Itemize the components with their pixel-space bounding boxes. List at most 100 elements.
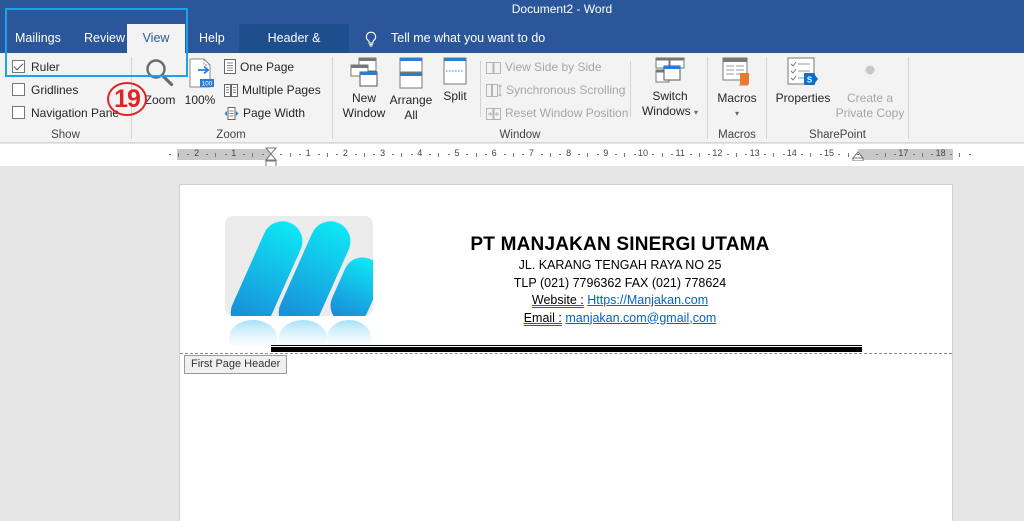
ruler-number: 10 xyxy=(637,148,649,158)
ruler-dot xyxy=(689,154,692,155)
group-label-zoom: Zoom xyxy=(216,129,246,141)
ruler-dot xyxy=(596,154,599,155)
create-private-copy-button[interactable]: Create a Private Copy xyxy=(835,57,905,121)
ruler-dot xyxy=(205,154,208,155)
right-indent-marker-icon[interactable] xyxy=(852,151,864,161)
ruler-number: 9 xyxy=(603,148,609,158)
document-canvas: PT MANJAKAN SINERGI UTAMA JL. KARANG TEN… xyxy=(0,166,1024,521)
ruler-dot xyxy=(522,154,525,155)
inner-separator xyxy=(630,61,631,117)
ruler-dot xyxy=(559,154,562,155)
properties-label: Properties xyxy=(775,91,831,105)
split-icon xyxy=(443,57,467,85)
ruler-dot xyxy=(763,154,766,155)
sharepoint-badge: S xyxy=(807,76,813,85)
ruler-tick xyxy=(512,153,514,157)
synchronous-scrolling-button[interactable]: Synchronous Scrolling xyxy=(486,80,625,100)
ruler-dot xyxy=(726,154,729,155)
sharepoint-properties-icon: S xyxy=(787,57,818,85)
ruler-tick xyxy=(326,153,328,157)
ruler-tick xyxy=(736,153,737,157)
ruler-dot xyxy=(652,154,655,155)
ruler-number: 4 xyxy=(417,148,423,158)
zoom-button[interactable]: Zoom xyxy=(142,57,178,108)
company-letterhead: PT MANJAKAN SINERGI UTAMA JL. KARANG TEN… xyxy=(380,233,860,327)
ruler-checkbox[interactable]: Ruler xyxy=(12,58,60,76)
ruler-tick xyxy=(847,153,849,157)
navigation-pane-check-box[interactable] xyxy=(12,106,25,119)
multiple-pages-button[interactable]: Multiple Pages xyxy=(224,80,321,100)
ruler-tick xyxy=(438,153,440,157)
tab-help[interactable]: Help xyxy=(189,24,235,53)
gridlines-checkbox[interactable]: Gridlines xyxy=(12,81,78,99)
tutorial-step-badge: 19 xyxy=(107,82,147,116)
tab-view[interactable]: View xyxy=(127,24,185,53)
group-macros: Macros ▾ Macros xyxy=(708,53,766,143)
company-address: JL. KARANG TENGAH RAYA NO 25 xyxy=(518,258,722,272)
ruler-tick xyxy=(178,153,179,157)
switch-windows-button[interactable]: Switch Windows ▾ xyxy=(640,57,700,120)
side-by-side-icon xyxy=(486,62,501,74)
switch-windows-dropdown-icon[interactable]: ▾ xyxy=(694,108,698,117)
macros-button[interactable]: Macros ▾ xyxy=(712,57,762,121)
ruler-tick xyxy=(773,153,775,157)
switch-windows-label-1: Switch xyxy=(652,89,688,103)
ruler-number: 18 xyxy=(935,148,946,158)
tab-mailings[interactable]: Mailings xyxy=(5,24,71,53)
ruler-number: 17 xyxy=(898,148,909,158)
document-page[interactable]: PT MANJAKAN SINERGI UTAMA JL. KARANG TEN… xyxy=(179,184,953,521)
horizontal-ruler[interactable]: 2 1 1 2 3 4 5 6 7 8 9 10 11 12 13 14 15 17 18 xyxy=(168,147,971,168)
arrange-all-button[interactable]: Arrange All xyxy=(389,57,433,123)
ruler-dot xyxy=(280,154,283,155)
zoom-100-button[interactable]: 100 100% xyxy=(184,57,216,108)
reset-window-icon xyxy=(486,108,501,120)
ruler-dot xyxy=(949,154,952,155)
properties-button[interactable]: S Properties xyxy=(771,57,835,106)
ruler-tick xyxy=(289,153,291,157)
ruler-check-box[interactable] xyxy=(12,60,25,73)
ruler-tick xyxy=(401,153,403,157)
one-page-button[interactable]: One Page xyxy=(224,57,294,77)
ruler-dot xyxy=(187,154,190,155)
ruler-tick xyxy=(810,153,812,157)
ruler-dot xyxy=(670,154,673,155)
company-logo xyxy=(225,216,373,346)
ruler-dot xyxy=(429,154,432,155)
ruler-tick xyxy=(215,153,217,157)
reset-window-position-button[interactable]: Reset Window Position xyxy=(486,103,628,123)
group-sharepoint: S Properties Create a Private Copy Share… xyxy=(767,53,908,143)
ruler-number: 14 xyxy=(786,148,797,158)
ruler-dot xyxy=(633,154,636,155)
multiple-pages-icon xyxy=(224,84,238,97)
macros-icon xyxy=(722,57,749,86)
website-link[interactable]: Https://Manjakan.com xyxy=(587,293,708,307)
zoom-100-icon: 100 xyxy=(189,58,214,88)
ruler-number: 15 xyxy=(823,148,835,158)
ruler-dot xyxy=(912,154,915,155)
macros-dropdown-icon[interactable]: ▾ xyxy=(712,106,762,121)
ruler-number: 13 xyxy=(749,148,760,158)
gridlines-check-box[interactable] xyxy=(12,83,25,96)
ruler-tick xyxy=(698,153,700,157)
ruler-dot xyxy=(577,154,580,155)
ruler-dot xyxy=(708,154,711,155)
ruler-dot xyxy=(243,154,246,155)
new-window-button[interactable]: New Window xyxy=(339,57,389,121)
ruler-tick xyxy=(364,153,365,157)
view-side-by-side-button[interactable]: View Side by Side xyxy=(486,57,602,77)
ruler-dot xyxy=(391,154,394,155)
ruler-number: 8 xyxy=(566,148,572,158)
ruler-tick xyxy=(252,153,254,157)
magnifier-icon xyxy=(146,59,174,87)
split-button[interactable]: Split xyxy=(437,57,473,104)
tell-me-search[interactable]: Tell me what you want to do xyxy=(364,24,564,53)
page-width-button[interactable]: Page Width xyxy=(224,103,305,123)
page-width-label: Page Width xyxy=(243,106,306,120)
tab-review[interactable]: Review xyxy=(74,24,135,53)
ruler-number: 11 xyxy=(675,148,685,158)
gridlines-label: Gridlines xyxy=(31,83,79,97)
ruler-dot xyxy=(261,154,264,155)
email-link[interactable]: manjakan.com@gmail,com xyxy=(565,311,716,325)
tab-header-footer[interactable]: Header & Footer xyxy=(239,24,349,74)
letterhead-rule-thin xyxy=(271,345,862,346)
